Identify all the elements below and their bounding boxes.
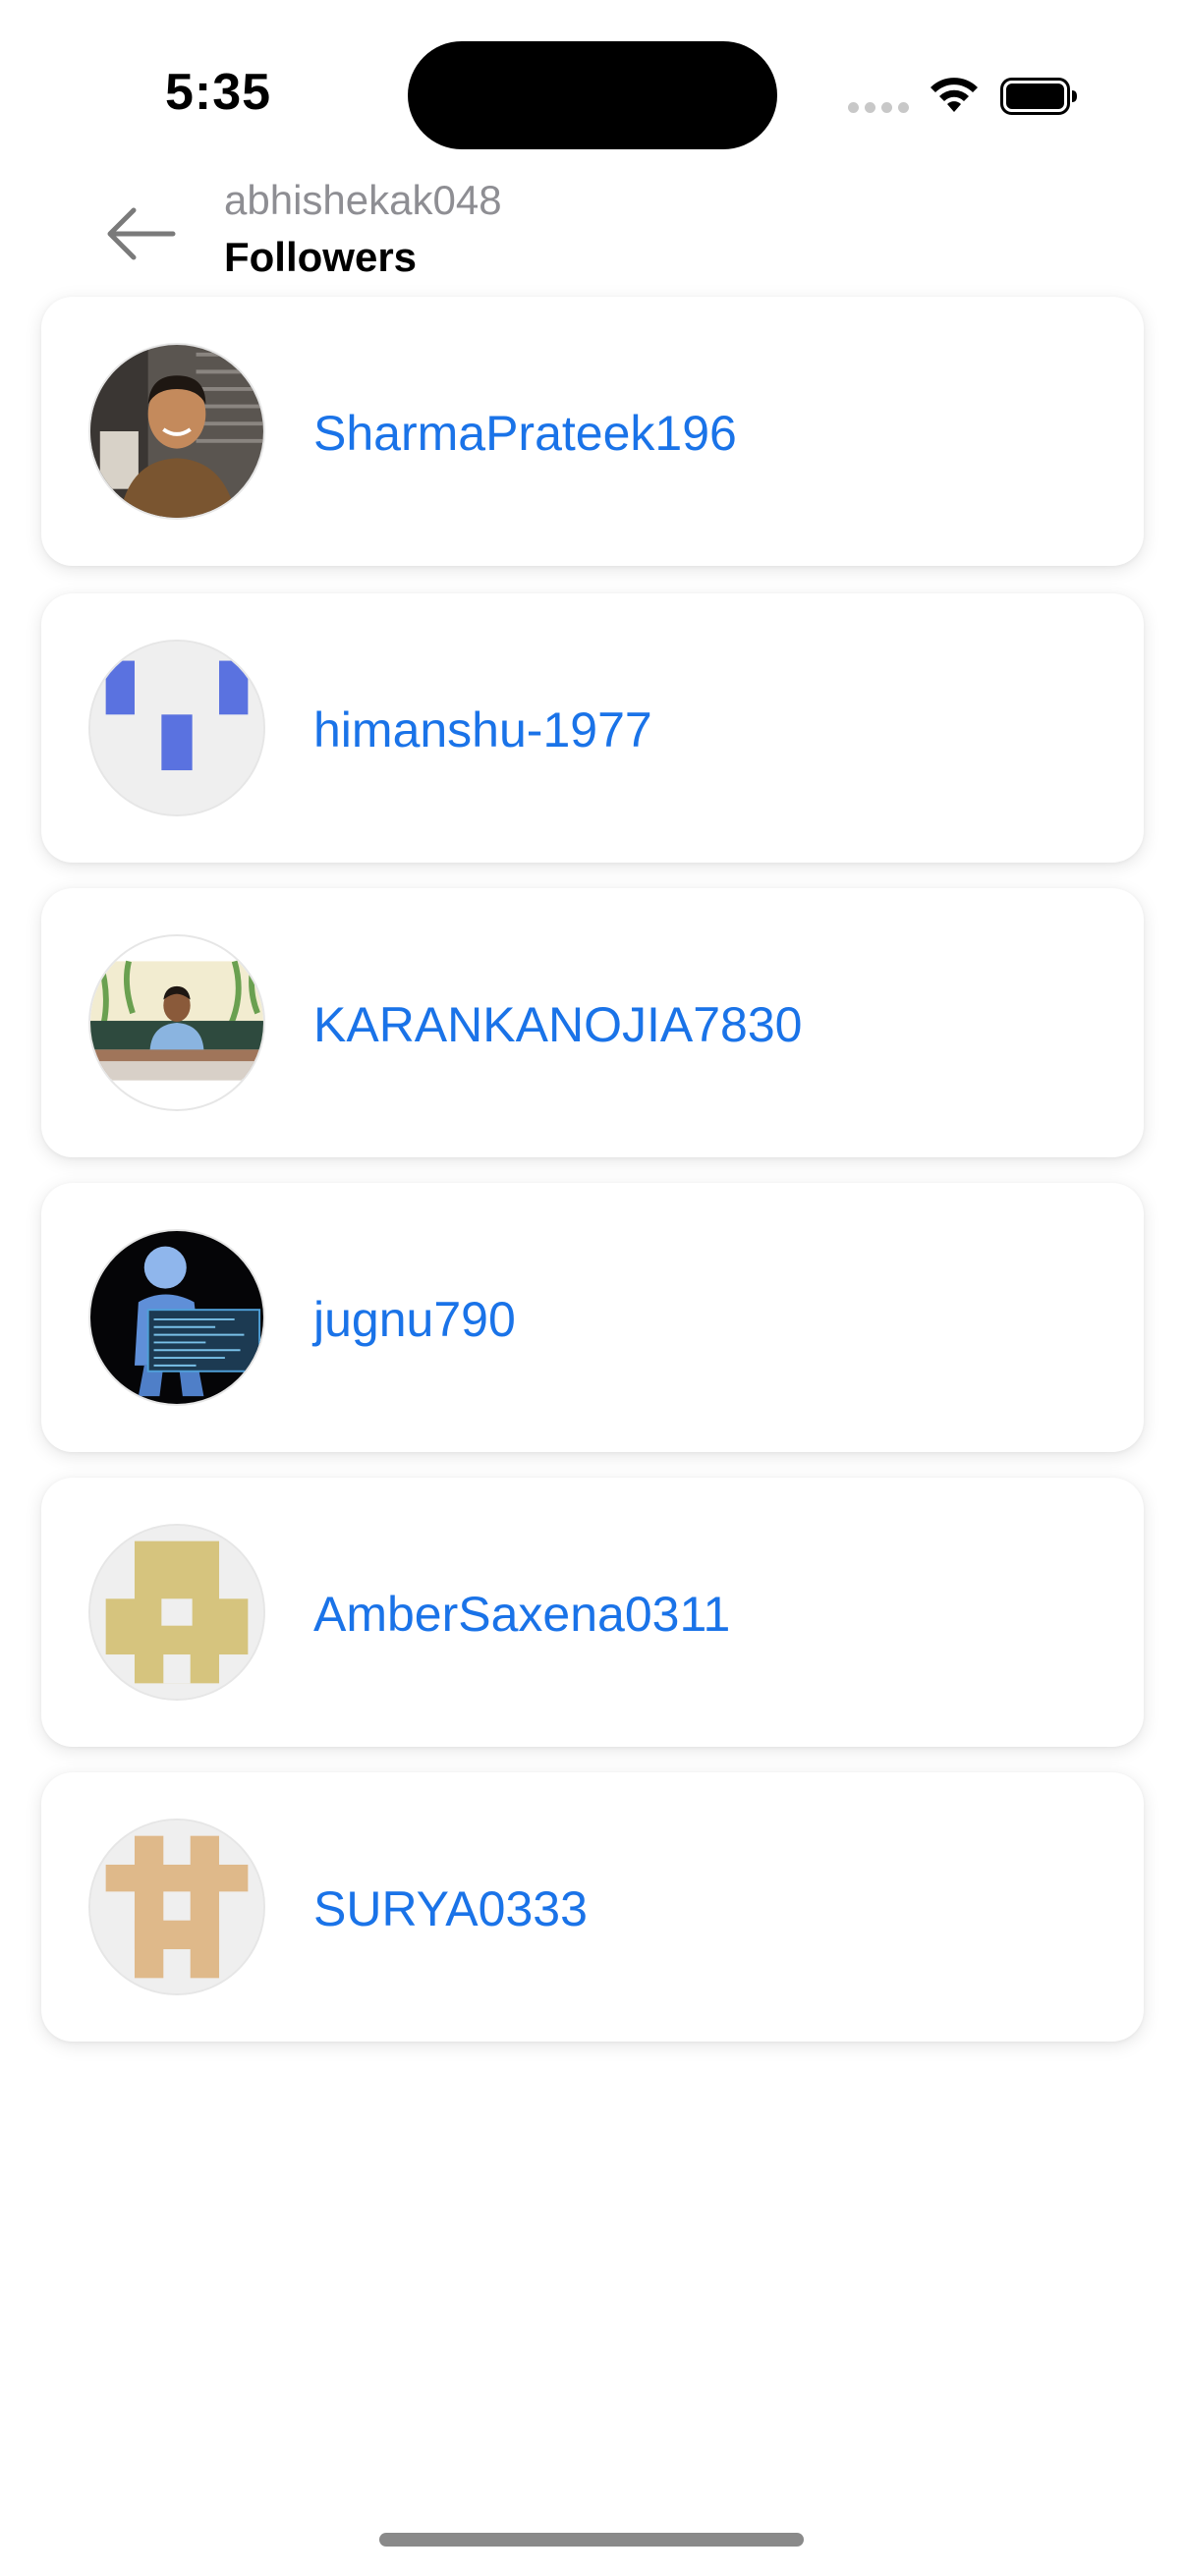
follower-card[interactable]: SURYA0333 <box>41 1772 1144 2042</box>
follower-card[interactable]: himanshu-1977 <box>41 593 1144 863</box>
header-username: abhishekak048 <box>224 177 502 223</box>
avatar <box>88 1229 265 1406</box>
avatar <box>88 934 265 1111</box>
follower-card[interactable]: AmberSaxena0311 <box>41 1478 1144 1747</box>
battery-icon <box>1000 78 1077 115</box>
identicon-khaki-avatar <box>90 1526 263 1699</box>
back-arrow-icon[interactable] <box>98 193 181 275</box>
follower-card[interactable]: KARANKANOJIA7830 <box>41 888 1144 1157</box>
cellular-signal-icon <box>848 102 909 113</box>
follower-username[interactable]: AmberSaxena0311 <box>313 1586 730 1643</box>
dynamic-island <box>408 41 777 149</box>
follower-card[interactable]: SharmaPrateek196 <box>41 297 1144 566</box>
follower-username[interactable]: SharmaPrateek196 <box>313 405 737 462</box>
follower-username[interactable]: SURYA0333 <box>313 1880 588 1937</box>
followers-screen: 5:35 abhishekak048 Followers SharmaPrate… <box>0 0 1185 2576</box>
avatar <box>88 343 265 520</box>
figure-holding-screen-avatar <box>90 1231 263 1404</box>
identicon-tan-avatar <box>90 1820 263 1993</box>
follower-username[interactable]: jugnu790 <box>313 1291 516 1348</box>
avatar <box>88 640 265 816</box>
home-indicator[interactable] <box>379 2533 804 2547</box>
avatar <box>88 1524 265 1701</box>
follower-card[interactable]: jugnu790 <box>41 1183 1144 1452</box>
status-time: 5:35 <box>165 64 272 121</box>
avatar <box>88 1819 265 1995</box>
photo-man-sitting-avatar <box>90 936 263 1109</box>
identicon-blue-avatar <box>90 642 263 814</box>
page-title: Followers <box>224 234 418 280</box>
follower-username[interactable]: KARANKANOJIA7830 <box>313 996 802 1053</box>
photo-man-smiling-avatar <box>90 345 263 518</box>
follower-username[interactable]: himanshu-1977 <box>313 701 652 758</box>
wifi-icon <box>931 78 978 112</box>
